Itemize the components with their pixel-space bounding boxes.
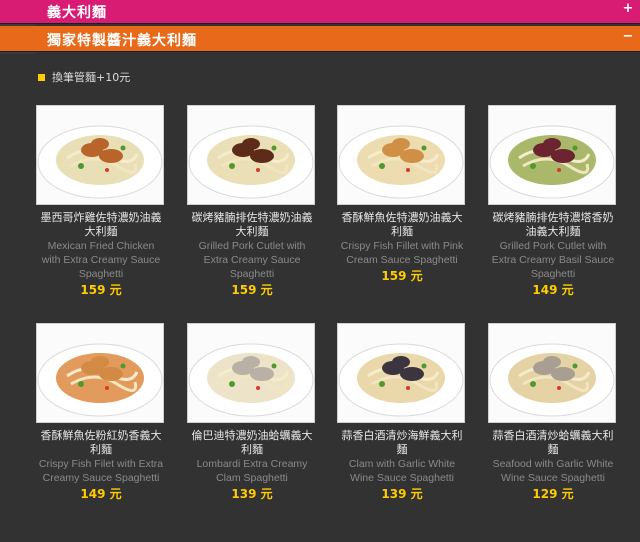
dish-name-zh: 香酥鮮魚佐特濃奶油義大利麵 (341, 211, 463, 238)
category-special-title: 獨家特製醬汁義大利麵 (47, 33, 197, 49)
menu-item[interactable]: 碳烤豬腩排佐特濃塔香奶油義大利麵 Grilled Pork Cutlet with… (488, 105, 618, 298)
dish-price: 159 元 (231, 283, 273, 297)
dish-name-en: Grilled Pork Cutlet with Extra Creamy Ba… (491, 240, 615, 280)
menu-item[interactable]: 蒜香白酒清炒蛤蠣義大利麵 Seafood with Garlic White Wi… (488, 323, 618, 502)
penne-note: 換筆管麵+10元 (38, 69, 130, 85)
dish-price: 139 元 (231, 487, 273, 501)
dish-price: 149 元 (80, 487, 122, 501)
dish-name-zh: 香酥鮮魚佐粉紅奶香義大利麵 (40, 429, 162, 456)
dish-name-en: Grilled Pork Cutlet with Extra Creamy Sa… (198, 240, 306, 280)
yellow-square-icon (38, 73, 45, 81)
dish-name-zh: 碳烤豬腩排佐特濃奶油義大利麵 (191, 211, 313, 238)
menu-item[interactable]: 香酥鮮魚佐粉紅奶香義大利麵 Crispy Fish Filet with Extr… (36, 323, 166, 502)
dish-name-en: Crispy Fish Filet with Extra Creamy Sauc… (38, 458, 164, 484)
dish-name-zh: 墨西哥炸雞佐特濃奶油義大利麵 (40, 211, 162, 238)
dish-photo[interactable] (488, 105, 616, 205)
dish-price: 129 元 (532, 487, 574, 501)
dish-photo[interactable] (337, 323, 465, 423)
dish-name-en: Clam with Garlic White Wine Sauce Spaghe… (348, 458, 456, 484)
menu-item[interactable]: 倫巴迪特濃奶油蛤蠣義大利麵 Lombardi Extra Creamy Clam … (187, 323, 317, 502)
category-special-bar[interactable]: 獨家特製醬汁義大利麵 − (0, 26, 640, 52)
dish-name-zh: 蒜香白酒清炒海鮮義大利麵 (341, 429, 463, 456)
dish-photo[interactable] (337, 105, 465, 205)
dish-name-zh: 碳烤豬腩排佐特濃塔香奶油義大利麵 (492, 211, 614, 238)
menu-item[interactable]: 蒜香白酒清炒海鮮義大利麵 Clam with Garlic White Wine … (337, 323, 467, 502)
dish-name-en: Mexican Fried Chicken with Extra Creamy … (41, 240, 161, 280)
dish-price: 139 元 (381, 487, 423, 501)
minus-icon[interactable]: − (622, 30, 634, 43)
dish-photo[interactable] (187, 105, 315, 205)
dish-name-zh: 倫巴迪特濃奶油蛤蠣義大利麵 (191, 429, 313, 456)
dish-price: 149 元 (532, 283, 574, 297)
menu-item[interactable]: 碳烤豬腩排佐特濃奶油義大利麵 Grilled Pork Cutlet with E… (187, 105, 317, 298)
menu-item[interactable]: 香酥鮮魚佐特濃奶油義大利麵 Crispy Fish Fillet with Pin… (337, 105, 467, 284)
plus-icon[interactable]: + (622, 2, 634, 15)
dish-price: 159 元 (381, 269, 423, 283)
dish-name-zh: 蒜香白酒清炒蛤蠣義大利麵 (492, 429, 614, 456)
dish-name-en: Seafood with Garlic White Wine Sauce Spa… (492, 458, 614, 484)
dish-photo[interactable] (36, 323, 164, 423)
dish-name-en: Lombardi Extra Creamy Clam Spaghetti (196, 458, 308, 484)
menu-item[interactable]: 墨西哥炸雞佐特濃奶油義大利麵 Mexican Fried Chicken with… (36, 105, 166, 298)
penne-note-text: 換筆管麵+10元 (52, 71, 131, 84)
dish-photo[interactable] (36, 105, 164, 205)
category-pasta-bar[interactable]: 義大利麵 + (0, 0, 640, 24)
category-pasta-title: 義大利麵 (47, 5, 107, 21)
dish-photo[interactable] (187, 323, 315, 423)
dish-price: 159 元 (80, 283, 122, 297)
dish-name-en: Crispy Fish Fillet with Pink Cream Sauce… (340, 240, 464, 266)
dish-photo[interactable] (488, 323, 616, 423)
